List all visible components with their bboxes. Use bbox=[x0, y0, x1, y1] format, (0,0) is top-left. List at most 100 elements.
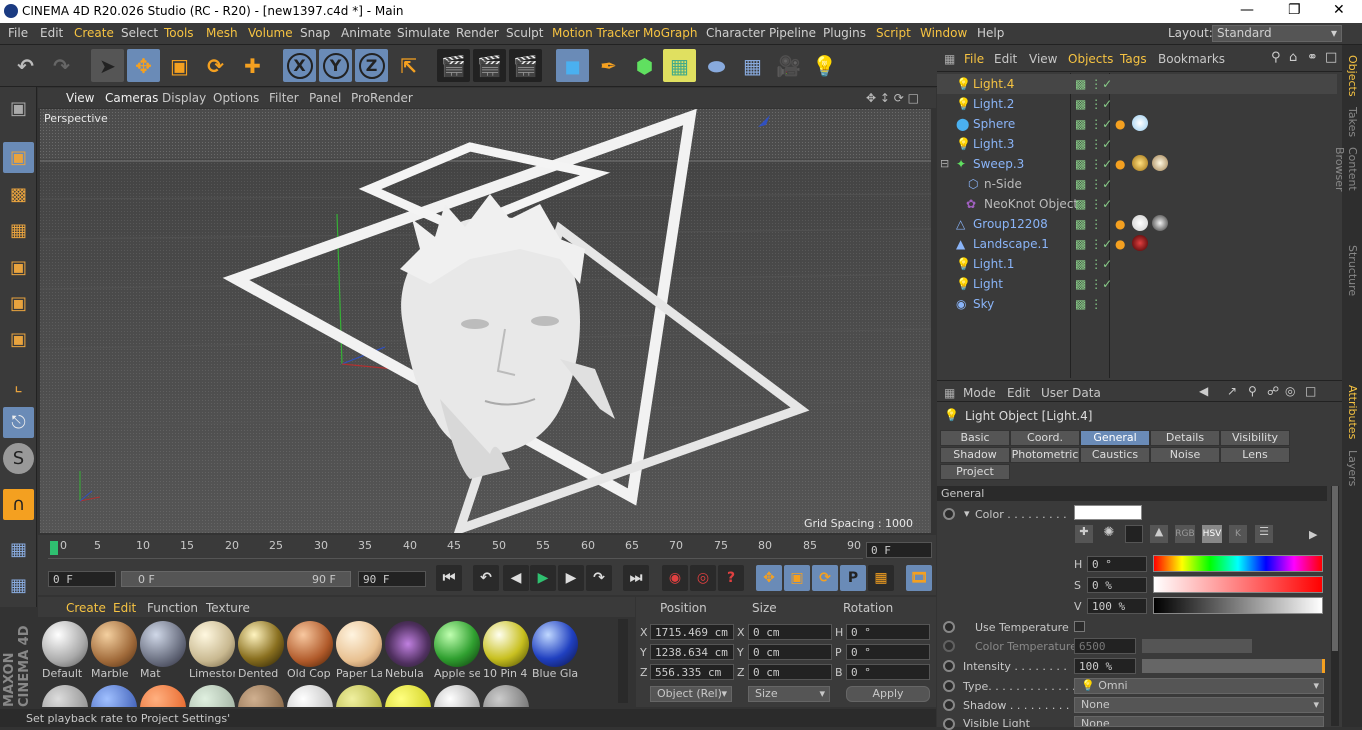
workplane-lock-icon[interactable]: ▦ bbox=[3, 534, 34, 565]
obj-menu-bookmarks[interactable]: Bookmarks bbox=[1158, 52, 1225, 66]
material-swatch[interactable] bbox=[140, 621, 186, 667]
object-name[interactable]: Sky bbox=[973, 297, 994, 311]
record-keys-icon[interactable]: ◉ bbox=[662, 565, 688, 591]
visibility-checks[interactable]: ▩ ⋮✓ bbox=[1075, 157, 1112, 171]
frame-range-slider[interactable]: 0 F 90 F bbox=[121, 571, 351, 587]
coord-mode-dropdown[interactable]: Object (Rel) ▾ bbox=[650, 686, 732, 702]
visibility-checks[interactable]: ▩ ⋮✓ bbox=[1075, 77, 1112, 91]
animate-radio[interactable] bbox=[943, 621, 955, 633]
menu-motion-tracker[interactable]: Motion Tracker bbox=[552, 26, 640, 40]
cube-object-icon[interactable]: ◼ bbox=[556, 49, 589, 82]
object-row[interactable]: ▲ Landscape.1 ▩ ⋮✓ ● bbox=[937, 234, 1337, 254]
animate-radio[interactable] bbox=[943, 718, 955, 730]
visibility-checks[interactable]: ▩ ⋮✓ bbox=[1075, 137, 1112, 151]
color-temperature-field[interactable]: 6500 bbox=[1074, 638, 1136, 654]
material-swatch[interactable] bbox=[238, 685, 284, 707]
rgb-mode-button[interactable]: RGB bbox=[1175, 525, 1195, 543]
edges-mode-icon[interactable]: ▣ bbox=[3, 288, 34, 319]
menu-select[interactable]: Select bbox=[121, 26, 158, 40]
material-swatch[interactable] bbox=[189, 621, 235, 667]
material-swatch[interactable] bbox=[336, 621, 382, 667]
object-name[interactable]: Light.2 bbox=[973, 97, 1014, 111]
visibility-checks[interactable]: ▩ ⋮✓ bbox=[1075, 237, 1112, 251]
material-swatch[interactable] bbox=[336, 685, 382, 707]
visibility-checks[interactable]: ▩ ⋮✓ bbox=[1075, 97, 1112, 111]
render-settings-icon[interactable]: 🎬 bbox=[509, 49, 542, 82]
mat-menu-texture[interactable]: Texture bbox=[206, 601, 250, 615]
menu-sculpt[interactable]: Sculpt bbox=[506, 26, 543, 40]
menu-snap[interactable]: Snap bbox=[300, 26, 330, 40]
mat-menu-function[interactable]: Function bbox=[147, 601, 198, 615]
object-name[interactable]: Light.1 bbox=[973, 257, 1014, 271]
tab-visibility[interactable]: Visibility bbox=[1220, 430, 1290, 446]
tab-content-browser-vertical[interactable]: Content Browser bbox=[1333, 147, 1359, 237]
new-view-icon[interactable]: □ bbox=[1305, 384, 1316, 398]
object-name[interactable]: n-Side bbox=[984, 177, 1022, 191]
tab-photometric[interactable]: Photometric bbox=[1010, 447, 1080, 463]
object-name[interactable]: Sweep.3 bbox=[973, 157, 1024, 171]
object-name[interactable]: Light.3 bbox=[973, 137, 1014, 151]
previous-frame-icon[interactable]: ◀ bbox=[503, 565, 529, 591]
position-x-field[interactable]: 1715.469 cm bbox=[650, 624, 734, 640]
obj-menu-objects[interactable]: Objects bbox=[1068, 52, 1113, 66]
link-icon[interactable]: ⚭ bbox=[1307, 50, 1318, 65]
hue-field[interactable]: 0 ° bbox=[1087, 556, 1147, 572]
animate-radio[interactable] bbox=[943, 699, 955, 711]
light-bulb-icon[interactable]: 💡 bbox=[808, 49, 841, 82]
new-view-icon[interactable]: □ bbox=[1325, 50, 1337, 65]
size-z-field[interactable]: 0 cm bbox=[748, 664, 832, 680]
render-view-icon[interactable]: 🎬 bbox=[437, 49, 470, 82]
material-tag[interactable] bbox=[1132, 235, 1148, 251]
material-tag[interactable] bbox=[1132, 155, 1148, 171]
use-temperature-checkbox[interactable] bbox=[1074, 621, 1085, 632]
object-row[interactable]: 💡 Light.2 ▩ ⋮✓ bbox=[937, 94, 1337, 114]
image-picker-icon[interactable]: ▲ bbox=[1150, 525, 1168, 543]
attr-menu-edit[interactable]: Edit bbox=[1007, 386, 1030, 400]
transform-tool-icon[interactable]: ✚ bbox=[236, 49, 269, 82]
layout-dropdown[interactable]: Standard ▾ bbox=[1212, 25, 1342, 42]
phong-tag-icon[interactable]: ● bbox=[1115, 217, 1125, 231]
subdivision-surface-icon[interactable]: ⬢ bbox=[628, 49, 661, 82]
material-tag[interactable] bbox=[1132, 115, 1148, 131]
material-swatch[interactable] bbox=[385, 685, 431, 707]
lock-icon[interactable]: ☍ bbox=[1267, 384, 1279, 398]
apply-button[interactable]: Apply bbox=[846, 686, 930, 702]
phong-tag-icon[interactable]: ● bbox=[1115, 157, 1125, 171]
material-swatch[interactable] bbox=[91, 621, 137, 667]
key-parameter-icon[interactable]: P bbox=[840, 565, 866, 591]
object-row[interactable]: △ Group12208 ▩ ⋮ ● bbox=[937, 214, 1337, 234]
menu-window[interactable]: Window bbox=[920, 26, 967, 40]
end-frame-field[interactable]: 90 F bbox=[358, 571, 426, 587]
object-name[interactable]: Group12208 bbox=[973, 217, 1048, 231]
expand-icon[interactable]: ⊟ bbox=[940, 157, 949, 170]
key-position-icon[interactable]: ✥ bbox=[756, 565, 782, 591]
rotation-p-field[interactable]: 0 ° bbox=[846, 644, 930, 660]
material-scrollbar[interactable] bbox=[618, 619, 628, 703]
object-row[interactable]: 💡 Light.1 ▩ ⋮✓ bbox=[937, 254, 1337, 274]
previous-key-icon[interactable]: ↶ bbox=[473, 565, 499, 591]
material-tag[interactable] bbox=[1152, 215, 1168, 231]
size-mode-dropdown[interactable]: Size ▾ bbox=[748, 686, 830, 702]
object-row[interactable]: 💡 Light ▩ ⋮✓ bbox=[937, 274, 1337, 294]
vp-menu-options[interactable]: Options bbox=[213, 91, 259, 105]
attr-menu-mode[interactable]: Mode bbox=[963, 386, 996, 400]
menu-mograph[interactable]: MoGraph bbox=[643, 26, 698, 40]
more-arrow-icon[interactable]: ▶ bbox=[1309, 528, 1317, 541]
key-scale-icon[interactable]: ▣ bbox=[784, 565, 810, 591]
visibility-checks[interactable]: ▩ ⋮✓ bbox=[1075, 257, 1112, 271]
go-to-start-icon[interactable]: ⏮ bbox=[436, 565, 462, 591]
color-swatch[interactable] bbox=[1074, 505, 1142, 520]
timeline[interactable]: 0 5 10 15 20 25 30 35 40 45 50 55 60 65 … bbox=[38, 535, 936, 563]
menu-render[interactable]: Render bbox=[456, 26, 499, 40]
minimize-icon[interactable]: — bbox=[1240, 2, 1254, 18]
animate-radio[interactable] bbox=[943, 680, 955, 692]
obj-menu-tags[interactable]: Tags bbox=[1120, 52, 1147, 66]
material-swatch[interactable] bbox=[434, 621, 480, 667]
color-temperature-slider[interactable] bbox=[1142, 639, 1252, 653]
size-x-field[interactable]: 0 cm bbox=[748, 624, 832, 640]
material-swatch[interactable] bbox=[483, 685, 529, 707]
close-icon[interactable]: ✕ bbox=[1333, 2, 1345, 18]
tab-caustics[interactable]: Caustics bbox=[1080, 447, 1150, 463]
rotation-h-field[interactable]: 0 ° bbox=[846, 624, 930, 640]
material-tag[interactable] bbox=[1152, 155, 1168, 171]
